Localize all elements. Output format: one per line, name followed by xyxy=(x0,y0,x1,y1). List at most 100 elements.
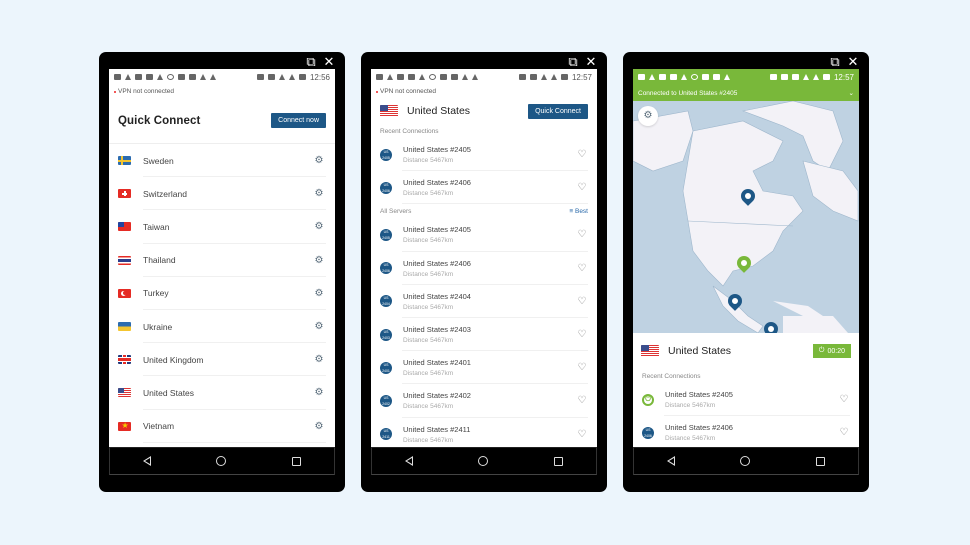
connection-banner[interactable]: Connected to United States #2405 ⌄ xyxy=(633,85,859,101)
flag-taiwan-icon xyxy=(118,222,131,232)
server-item[interactable]: US 2405 United States #2405 Distance 5467k… xyxy=(371,138,597,172)
recent-apps-icon[interactable] xyxy=(554,456,564,466)
gear-icon[interactable]: ⚙ xyxy=(313,288,325,299)
home-icon[interactable] xyxy=(740,456,751,466)
gear-icon[interactable]: ⚙ xyxy=(313,354,325,365)
country-item-sweden[interactable]: Sweden ⚙ xyxy=(109,144,335,178)
server-name: United States #2405 xyxy=(665,390,733,400)
server-badge-icon: US 2406 xyxy=(642,426,654,439)
close-icon[interactable]: ✕ xyxy=(585,55,597,68)
back-icon[interactable] xyxy=(666,456,675,466)
server-item[interactable]: US 2406 United States #2406 Distance 5467k… xyxy=(371,252,597,285)
home-icon[interactable] xyxy=(216,456,227,466)
country-item-switzerland[interactable]: Switzerland ⚙ xyxy=(109,177,335,211)
mail-icon xyxy=(659,74,666,80)
country-item-united-states[interactable]: United States ⚙ xyxy=(109,376,335,410)
app-icon xyxy=(146,74,153,80)
flag-uk-icon xyxy=(118,355,131,365)
sort-button[interactable]: ≡ Best xyxy=(569,208,588,215)
connect-now-button[interactable]: Connect now xyxy=(271,113,326,128)
server-item[interactable]: US 2404 United States #2404 Distance 5467k… xyxy=(371,285,597,319)
server-badge-icon: US 2404 xyxy=(380,295,392,308)
server-item[interactable]: US 2406 United States #2406 Distance 5467k… xyxy=(371,171,597,205)
eye-icon xyxy=(691,74,698,80)
server-badge-icon: US 2403 xyxy=(380,328,392,341)
vpn-status-text: VPN not connected xyxy=(380,88,437,95)
server-name: United States #2406 xyxy=(665,423,733,433)
section-all-servers: All Servers ≡ Best xyxy=(371,204,597,218)
heart-icon[interactable]: ♡ xyxy=(576,149,588,160)
gear-icon[interactable]: ⚙ xyxy=(313,421,325,432)
disconnect-timer-button[interactable]: ⏻ 00:20 xyxy=(812,344,851,358)
server-item[interactable]: US 2402 United States #2402 Distance 5467k… xyxy=(371,384,597,418)
notification-icon xyxy=(638,74,645,80)
country-name: United States xyxy=(143,387,195,398)
country-item-thailand[interactable]: Thailand ⚙ xyxy=(109,244,335,277)
heart-icon[interactable]: ♡ xyxy=(576,395,588,406)
gear-icon[interactable]: ⚙ xyxy=(313,188,325,199)
server-item[interactable]: US 2411 United States #2411 Distance 5467k… xyxy=(371,418,597,448)
heart-icon[interactable]: ♡ xyxy=(576,263,588,274)
recent-apps-icon[interactable] xyxy=(292,456,302,466)
app-icon xyxy=(178,74,185,80)
heart-icon[interactable]: ♡ xyxy=(576,429,588,440)
map-settings-icon[interactable]: ⚙ xyxy=(638,106,658,126)
country-item-turkey[interactable]: Turkey ⚙ xyxy=(109,277,335,311)
gear-icon[interactable]: ⚙ xyxy=(313,321,325,332)
back-icon[interactable] xyxy=(142,456,151,466)
quick-connect-button[interactable]: Quick Connect xyxy=(528,103,588,119)
popout-icon[interactable]: ⧉ xyxy=(829,55,841,68)
gear-icon[interactable]: ⚙ xyxy=(313,155,325,166)
screen: 12:57 VPN not connected United States Qu… xyxy=(371,69,597,447)
heart-icon[interactable]: ♡ xyxy=(576,329,588,340)
vpn-status: VPN not connected xyxy=(109,85,335,98)
flag-vietnam-icon xyxy=(118,421,131,431)
server-map[interactable]: ⚙ xyxy=(633,101,859,333)
gear-icon[interactable]: ⚙ xyxy=(313,387,325,398)
status-bar: 12:57 xyxy=(371,69,597,85)
heart-icon[interactable]: ♡ xyxy=(576,362,588,373)
gear-icon[interactable]: ⚙ xyxy=(313,255,325,266)
country-name: United Kingdom xyxy=(143,354,204,365)
server-distance: Distance 5467km xyxy=(403,337,454,345)
heart-icon[interactable]: ♡ xyxy=(576,182,588,193)
heart-icon[interactable]: ♡ xyxy=(576,296,588,307)
server-item[interactable]: US 2401 United States #2401 Distance 5467k… xyxy=(371,351,597,385)
home-icon[interactable] xyxy=(478,456,489,466)
gear-icon[interactable]: ⚙ xyxy=(313,221,325,232)
country-item-vietnam[interactable]: Vietnam ⚙ xyxy=(109,410,335,443)
status-time: 12:56 xyxy=(309,72,330,82)
close-icon[interactable]: ✕ xyxy=(323,55,335,68)
heart-icon[interactable]: ♡ xyxy=(838,394,850,405)
popout-icon[interactable]: ⧉ xyxy=(305,55,317,68)
country-name: Sweden xyxy=(143,155,174,166)
app-icon xyxy=(702,74,709,80)
power-icon[interactable]: ⏻ xyxy=(642,393,654,406)
vpn-key-icon xyxy=(791,74,799,80)
server-item[interactable]: US 2403 United States #2403 Distance 5467k… xyxy=(371,318,597,352)
connection-timer: 00:20 xyxy=(827,347,845,355)
cast-icon xyxy=(769,74,777,80)
flag-switzerland-icon xyxy=(118,189,131,199)
heart-icon[interactable]: ♡ xyxy=(838,427,850,438)
flag-us-icon xyxy=(380,105,398,117)
broom-icon xyxy=(724,74,730,80)
country-item-united-kingdom[interactable]: United Kingdom ⚙ xyxy=(109,343,335,377)
back-icon[interactable] xyxy=(404,456,413,466)
server-item[interactable]: US 2405 United States #2405 Distance 5467k… xyxy=(371,218,597,252)
recent-apps-icon[interactable] xyxy=(816,456,826,466)
phone-icon xyxy=(451,74,458,80)
chevron-down-icon[interactable]: ⌄ xyxy=(849,89,854,97)
server-item[interactable]: US 2406 United States #2406 Distance 5467k… xyxy=(633,416,859,447)
close-icon[interactable]: ✕ xyxy=(847,55,859,68)
quick-connect-header: Quick Connect Connect now xyxy=(109,98,335,144)
heart-icon[interactable]: ♡ xyxy=(576,229,588,240)
country-item-ukraine[interactable]: Ukraine ⚙ xyxy=(109,310,335,344)
server-name: United States #2405 xyxy=(403,225,471,235)
server-name: United States #2401 xyxy=(403,358,471,368)
server-item-active[interactable]: ⏻ United States #2405 Distance 5467km ♡ xyxy=(633,383,859,417)
cast-icon xyxy=(518,74,526,80)
status-bar: 12:56 xyxy=(109,69,335,85)
popout-icon[interactable]: ⧉ xyxy=(567,55,579,68)
country-item-taiwan[interactable]: Taiwan ⚙ xyxy=(109,210,335,244)
